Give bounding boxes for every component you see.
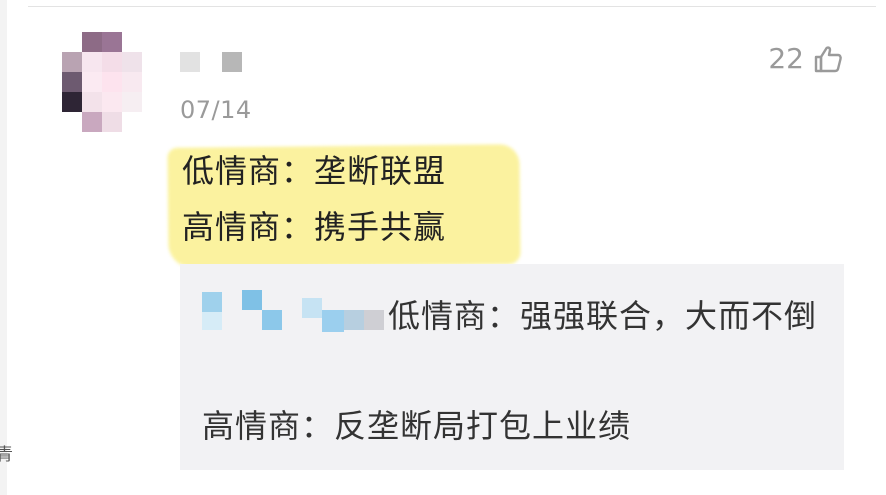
like-count: 22 xyxy=(768,42,804,75)
comment-body: 低情商：垄断联盟 高情商：携手共赢 xyxy=(167,140,521,268)
comment-screenshot: 青 07/14 22 低情商：垄断联盟 高情商：携手共赢 低情商：强强联合，大而… xyxy=(0,0,886,495)
comment-line-2: 高情商：携手共赢 xyxy=(182,208,447,246)
left-edge-strip xyxy=(0,0,7,495)
comment-line-1: 低情商：垄断联盟 xyxy=(182,152,447,190)
comment-date: 07/14 xyxy=(180,96,252,124)
left-edge-char: 青 xyxy=(0,445,13,465)
like-button[interactable]: 22 xyxy=(768,42,844,75)
thumbs-up-icon xyxy=(814,45,842,72)
username-blurred[interactable] xyxy=(180,52,250,74)
avatar[interactable] xyxy=(62,32,142,132)
reply-text-line-1: 低情商：强强联合，大而不倒 xyxy=(388,297,818,335)
reply-text-line-2: 高情商：反垄断局打包上业绩 xyxy=(202,407,632,445)
top-divider xyxy=(28,6,876,7)
reply-box[interactable]: 低情商：强强联合，大而不倒 高情商：反垄断局打包上业绩 xyxy=(180,264,844,470)
